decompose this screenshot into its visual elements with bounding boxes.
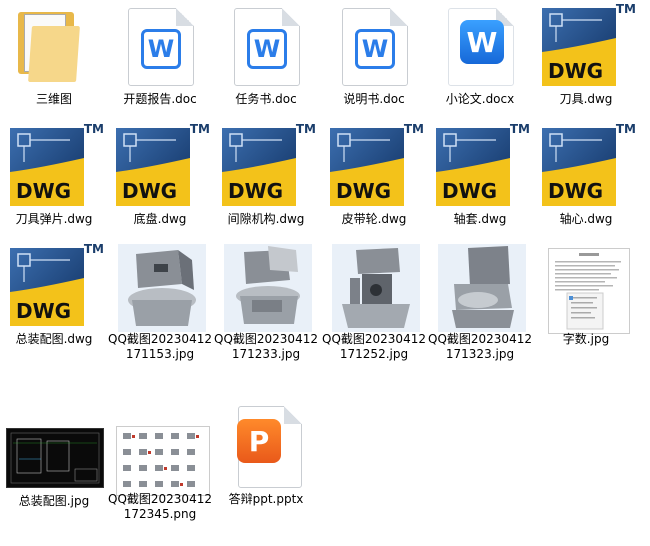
file-name: 字数.jpg	[562, 332, 610, 346]
file-item[interactable]: DWG TM 刀具弹片.dwg	[0, 120, 108, 238]
dwg-icon: DWG TM	[536, 2, 636, 88]
file-item[interactable]: DWG TM 刀具.dwg	[532, 0, 640, 118]
file-name: QQ截图20230412172345.png	[108, 492, 212, 521]
file-name: 总装配图.jpg	[18, 494, 90, 508]
file-item[interactable]: W 说明书.doc	[320, 0, 428, 118]
file-name: 皮带轮.dwg	[341, 212, 407, 226]
dwg-icon: DWG TM	[4, 122, 104, 208]
dwg-icon: DWG TM	[216, 122, 316, 208]
svg-text:DWG: DWG	[16, 299, 71, 323]
file-item[interactable]: DWG TM 总装配图.dwg	[0, 240, 108, 358]
render-thumbnail	[110, 244, 210, 332]
file-item[interactable]: DWG TM 轴套.dwg	[426, 120, 534, 238]
dwg-icon: DWG TM	[430, 122, 530, 208]
file-item[interactable]: DWG TM 皮带轮.dwg	[320, 120, 428, 238]
wps-app-icon: W	[430, 4, 530, 88]
file-name: 总装配图.dwg	[15, 332, 93, 346]
file-item[interactable]: QQ截图20230412171323.jpg	[426, 240, 534, 361]
file-name: QQ截图20230412171252.jpg	[322, 332, 426, 361]
dwg-icon: DWG TM	[4, 242, 104, 328]
dwg-icon: DWG TM	[110, 122, 210, 208]
file-name: 答辩ppt.pptx	[228, 492, 304, 506]
wps-doc-icon: W	[216, 4, 316, 88]
wps-doc-icon: W	[110, 4, 210, 88]
parts-grid-thumbnail	[110, 404, 210, 496]
file-name: 说明书.doc	[343, 92, 405, 106]
file-name: 轴心.dwg	[559, 212, 613, 226]
file-item[interactable]: 字数.jpg	[532, 240, 640, 358]
file-item[interactable]: W 开题报告.doc	[106, 0, 214, 118]
svg-text:DWG: DWG	[122, 179, 177, 203]
file-name: 刀具.dwg	[559, 92, 613, 106]
svg-text:DWG: DWG	[442, 179, 497, 203]
file-item[interactable]: 总装配图.jpg	[0, 400, 108, 518]
file-name: 轴套.dwg	[453, 212, 507, 226]
dwg-icon: DWG TM	[324, 122, 424, 208]
file-item[interactable]: P 答辩ppt.pptx	[212, 400, 320, 518]
svg-text:DWG: DWG	[228, 179, 283, 203]
file-name: 间隙机构.dwg	[227, 212, 305, 226]
file-item[interactable]: W 任务书.doc	[212, 0, 320, 118]
wps-doc-icon: W	[324, 4, 424, 88]
file-name: 三维图	[35, 92, 72, 106]
render-thumbnail	[324, 244, 424, 332]
document-thumbnail	[536, 244, 636, 334]
file-name: QQ截图20230412171233.jpg	[214, 332, 318, 361]
svg-text:DWG: DWG	[16, 179, 71, 203]
ppt-icon: P	[216, 404, 316, 488]
render-thumbnail	[216, 244, 316, 332]
svg-text:DWG: DWG	[336, 179, 391, 203]
file-item[interactable]: QQ截图20230412171252.jpg	[320, 240, 428, 361]
cad-image-thumbnail	[4, 404, 104, 488]
file-item[interactable]: W 小论文.docx	[426, 0, 534, 118]
file-name: QQ截图20230412171323.jpg	[428, 332, 532, 361]
dwg-icon: DWG TM	[536, 122, 636, 208]
file-item[interactable]: QQ截图20230412171233.jpg	[212, 240, 320, 361]
file-name: 开题报告.doc	[123, 92, 197, 106]
file-name: 任务书.doc	[235, 92, 297, 106]
file-item[interactable]: DWG TM 间隙机构.dwg	[212, 120, 320, 238]
file-name: 底盘.dwg	[133, 212, 187, 226]
file-name: QQ截图20230412171153.jpg	[108, 332, 212, 361]
render-thumbnail	[430, 244, 530, 332]
file-item[interactable]: QQ截图20230412171153.jpg	[106, 240, 214, 361]
svg-text:DWG: DWG	[548, 59, 603, 83]
file-item[interactable]: 三维图	[0, 0, 108, 118]
file-name: 小论文.docx	[445, 92, 515, 106]
svg-text:DWG: DWG	[548, 179, 603, 203]
file-name: 刀具弹片.dwg	[15, 212, 93, 226]
file-item[interactable]: DWG TM 底盘.dwg	[106, 120, 214, 238]
file-item[interactable]: DWG TM 轴心.dwg	[532, 120, 640, 238]
file-item[interactable]: QQ截图20230412172345.png	[106, 400, 214, 521]
folder-icon	[4, 4, 104, 88]
